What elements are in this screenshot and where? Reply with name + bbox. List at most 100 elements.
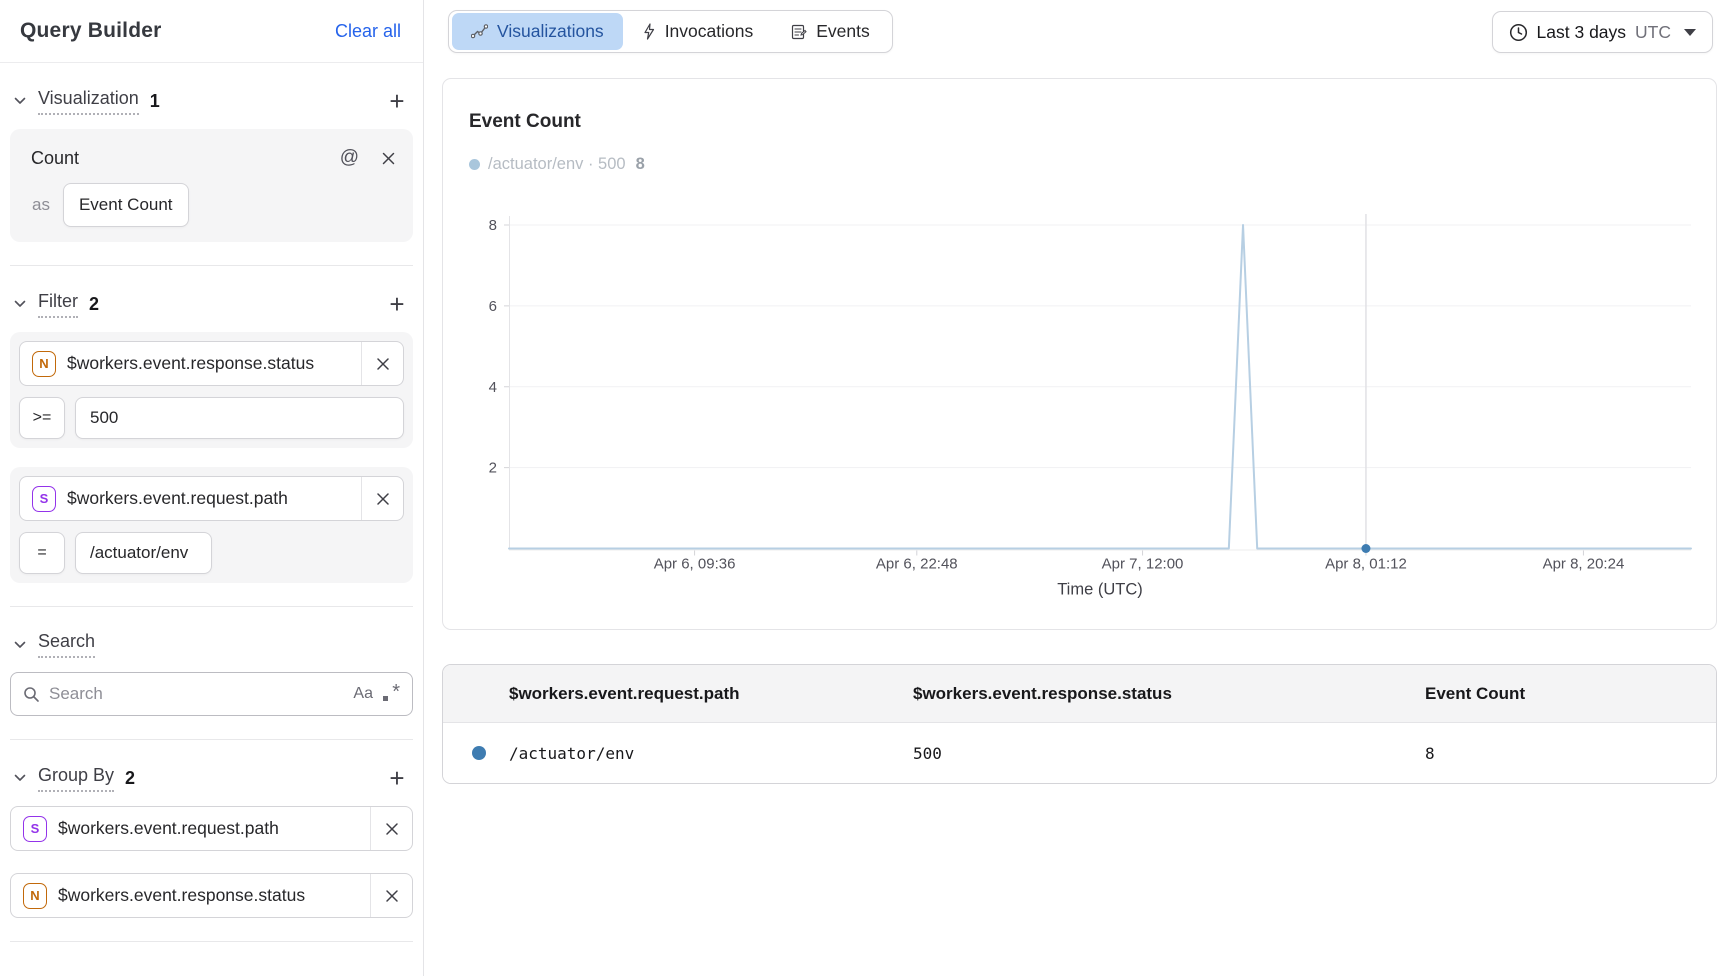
filter-card: N $workers.event.response.status >= [10, 332, 413, 448]
clock-icon [1509, 23, 1528, 42]
chevron-down-icon [1684, 29, 1696, 36]
remove-filter-icon[interactable] [361, 342, 403, 385]
chart-legend[interactable]: /actuator/env · 500 8 [469, 155, 1716, 174]
line-chart-icon [471, 24, 488, 39]
group-by-section-label[interactable]: Group By [38, 765, 114, 792]
add-group-by-button[interactable]: + [383, 764, 411, 792]
timezone-label: UTC [1635, 22, 1671, 43]
section-divider [10, 606, 413, 607]
tab-label: Visualizations [497, 21, 604, 42]
filter-card: S $workers.event.request.path = [10, 467, 413, 583]
query-builder-sidebar: Query Builder Clear all Visualization 1 … [0, 0, 424, 976]
group-by-field-select[interactable]: S $workers.event.request.path [11, 807, 370, 850]
tab-label: Events [816, 21, 870, 42]
table-header-row: $workers.event.request.path $workers.eve… [443, 665, 1716, 723]
section-divider [10, 265, 413, 266]
cell-event-count: 8 [1425, 744, 1716, 763]
remove-filter-icon[interactable] [361, 477, 403, 520]
filter-field-row: N $workers.event.response.status [19, 341, 404, 386]
column-header-request-path[interactable]: $workers.event.request.path [443, 684, 913, 704]
visualization-section: Visualization 1 + Count @ as Event Count [0, 87, 423, 266]
column-header-response-status[interactable]: $workers.event.response.status [913, 684, 1425, 704]
tab-invocations[interactable]: Invocations [623, 13, 773, 50]
as-label: as [32, 195, 50, 215]
cell-request-path: /actuator/env [443, 744, 913, 763]
clear-all-button[interactable]: Clear all [335, 21, 401, 42]
filter-operator-select[interactable]: = [19, 532, 65, 574]
svg-text:6: 6 [489, 298, 497, 315]
section-divider [10, 941, 413, 942]
group-by-field-select[interactable]: N $workers.event.response.status [11, 874, 370, 917]
cell-response-status: 500 [913, 744, 1425, 763]
tab-events[interactable]: Events [772, 13, 889, 50]
svg-text:Apr 8, 01:12: Apr 8, 01:12 [1325, 556, 1407, 573]
group-by-field-name: $workers.event.response.status [58, 885, 305, 906]
search-input[interactable] [49, 684, 344, 704]
visualization-section-label[interactable]: Visualization [38, 88, 139, 115]
lightning-icon [642, 23, 656, 40]
svg-text:8: 8 [489, 217, 497, 234]
table-row[interactable]: /actuator/env 500 8 [443, 723, 1716, 783]
series-color-dot [472, 746, 486, 760]
visualization-card: Count @ as Event Count [10, 129, 413, 242]
group-by-field-row: S $workers.event.request.path [10, 806, 413, 851]
visualization-count: 1 [150, 91, 160, 112]
time-series-chart[interactable]: 2 4 6 8 Apr 6, 09:36 Apr 6, 22:48 Apr 7, 12:00… [443, 199, 1718, 629]
query-builder-page: Query Builder Clear all Visualization 1 … [0, 0, 1726, 976]
filter-field-select[interactable]: S $workers.event.request.path [20, 477, 361, 520]
metric-alias-field[interactable]: Event Count [63, 183, 189, 227]
filter-field-select[interactable]: N $workers.event.response.status [20, 342, 361, 385]
at-icon[interactable]: @ [340, 147, 359, 169]
filter-value-input[interactable] [75, 397, 404, 439]
filter-field-name: $workers.event.request.path [67, 488, 288, 509]
remove-group-by-icon[interactable] [370, 874, 412, 917]
chevron-down-icon[interactable] [12, 770, 28, 786]
group-by-count: 2 [125, 768, 135, 789]
column-header-event-count[interactable]: Event Count [1425, 684, 1716, 704]
view-tabs: Visualizations Invocations Events [448, 10, 893, 53]
search-box: Aa * [10, 672, 413, 716]
time-range-label: Last 3 days [1537, 22, 1627, 43]
filter-section-label[interactable]: Filter [38, 291, 78, 318]
tab-label: Invocations [665, 21, 754, 42]
page-title: Query Builder [20, 19, 161, 43]
match-case-icon[interactable]: Aa [353, 685, 373, 703]
svg-text:4: 4 [489, 379, 497, 396]
group-by-field-name: $workers.event.request.path [58, 818, 279, 839]
event-log-icon [791, 24, 807, 40]
filter-field-row: S $workers.event.request.path [19, 476, 404, 521]
svg-text:Apr 6, 09:36: Apr 6, 09:36 [654, 556, 736, 573]
chevron-down-icon[interactable] [12, 637, 28, 653]
main-content: Visualizations Invocations Events Last 3… [424, 0, 1726, 976]
number-type-badge: N [23, 883, 47, 909]
close-icon[interactable] [381, 151, 396, 166]
svg-text:Apr 8, 20:24: Apr 8, 20:24 [1543, 556, 1625, 573]
chevron-down-icon[interactable] [12, 93, 28, 109]
results-table: $workers.event.request.path $workers.eve… [442, 664, 1717, 784]
legend-series-name: /actuator/env · 500 [488, 155, 626, 174]
legend-dot-icon [469, 159, 480, 170]
svg-text:Apr 6, 22:48: Apr 6, 22:48 [876, 556, 958, 573]
svg-text:2: 2 [489, 460, 497, 477]
legend-series-value: 8 [636, 155, 645, 174]
metric-name[interactable]: Count [31, 148, 79, 169]
remove-group-by-icon[interactable] [370, 807, 412, 850]
chevron-down-icon[interactable] [12, 296, 28, 312]
filter-value-input[interactable] [75, 532, 212, 574]
string-type-badge: S [32, 486, 56, 512]
tab-visualizations[interactable]: Visualizations [452, 13, 623, 50]
string-type-badge: S [23, 816, 47, 842]
event-count-chart-card: Event Count /actuator/env · 500 8 2468Ap… [442, 78, 1717, 630]
search-section: Search Aa * [0, 631, 423, 740]
number-type-badge: N [32, 351, 56, 377]
filter-section: Filter 2 + N $workers.event.response.sta… [0, 290, 423, 607]
group-by-field-row: N $workers.event.response.status [10, 873, 413, 918]
search-section-label[interactable]: Search [38, 631, 95, 658]
svg-text:Apr 7, 12:00: Apr 7, 12:00 [1102, 556, 1184, 573]
section-divider [10, 739, 413, 740]
regex-icon[interactable]: * [382, 685, 400, 703]
add-filter-button[interactable]: + [383, 290, 411, 318]
time-range-selector[interactable]: Last 3 days UTC [1492, 11, 1713, 53]
filter-operator-select[interactable]: >= [19, 397, 65, 439]
add-visualization-button[interactable]: + [383, 87, 411, 115]
